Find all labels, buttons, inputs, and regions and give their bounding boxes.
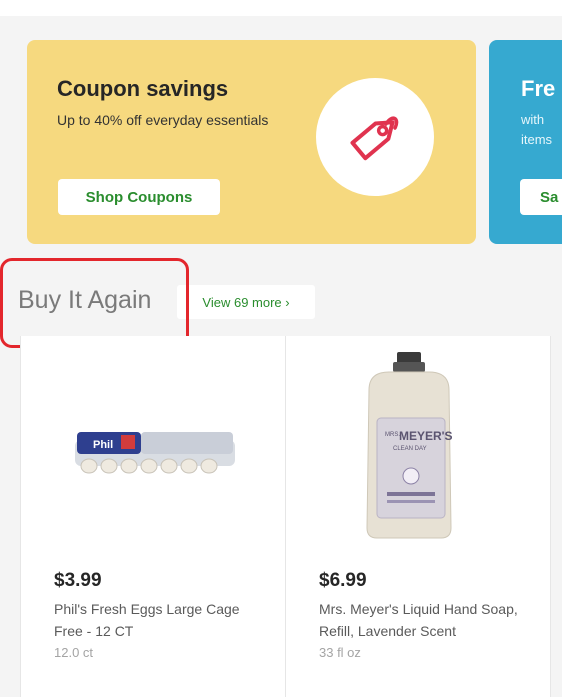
product-price: $6.99	[319, 570, 367, 591]
fresh-subtitle-line2: items	[521, 132, 553, 147]
shop-coupons-button[interactable]: Shop Coupons	[58, 179, 220, 215]
buy-it-again-title: Buy It Again	[18, 286, 152, 314]
coupon-savings-banner[interactable]: Coupon savings Up to 40% off everyday es…	[27, 40, 476, 244]
view-more-link[interactable]: View 69 more ›	[177, 285, 315, 319]
fresh-subtitle-line1: with	[521, 112, 545, 127]
product-size: 12.0 ct	[54, 645, 94, 660]
tag-icon	[350, 116, 399, 161]
soap-label-brand: MEYER'S	[399, 429, 453, 443]
coupon-subtitle: Up to 40% off everyday essentials	[57, 112, 269, 128]
fresh-title: Fre	[521, 76, 556, 101]
fresh-subtitle: with items	[521, 110, 562, 150]
product-name-text: Mrs. Meyer's Liquid Hand Soap, Refill, L…	[319, 601, 518, 639]
product-card-soap[interactable]: MRS. MEYER'S CLEAN DAY $6.99 Mrs. Meyer'…	[285, 336, 551, 697]
tag-icon-circle	[316, 78, 434, 196]
soap-refill-image: MRS. MEYER'S CLEAN DAY	[366, 352, 453, 539]
coupon-title: Coupon savings	[57, 76, 229, 101]
top-strip	[0, 0, 562, 16]
product-name[interactable]: Mrs. Meyer's Liquid Hand Soap, Refill, L…	[319, 598, 519, 664]
product-name[interactable]: Phil's Fresh Eggs Large Cage Free - 12 C…	[54, 598, 254, 664]
soap-label-sub: CLEAN DAY	[393, 446, 427, 452]
fresh-button[interactable]: Sa	[520, 179, 562, 215]
eggs-carton-image: Phil	[75, 432, 235, 474]
product-size: 33 fl oz	[319, 645, 361, 660]
product-card-eggs[interactable]: Phil $3.99 Phil's Fresh Eggs Large Cage …	[20, 336, 286, 697]
fresh-promo-banner[interactable]: Fre with items Sa	[489, 40, 562, 244]
svg-text:Phil: Phil	[93, 439, 113, 451]
product-price: $3.99	[54, 570, 102, 591]
product-name-text: Phil's Fresh Eggs Large Cage Free - 12 C…	[54, 601, 240, 639]
